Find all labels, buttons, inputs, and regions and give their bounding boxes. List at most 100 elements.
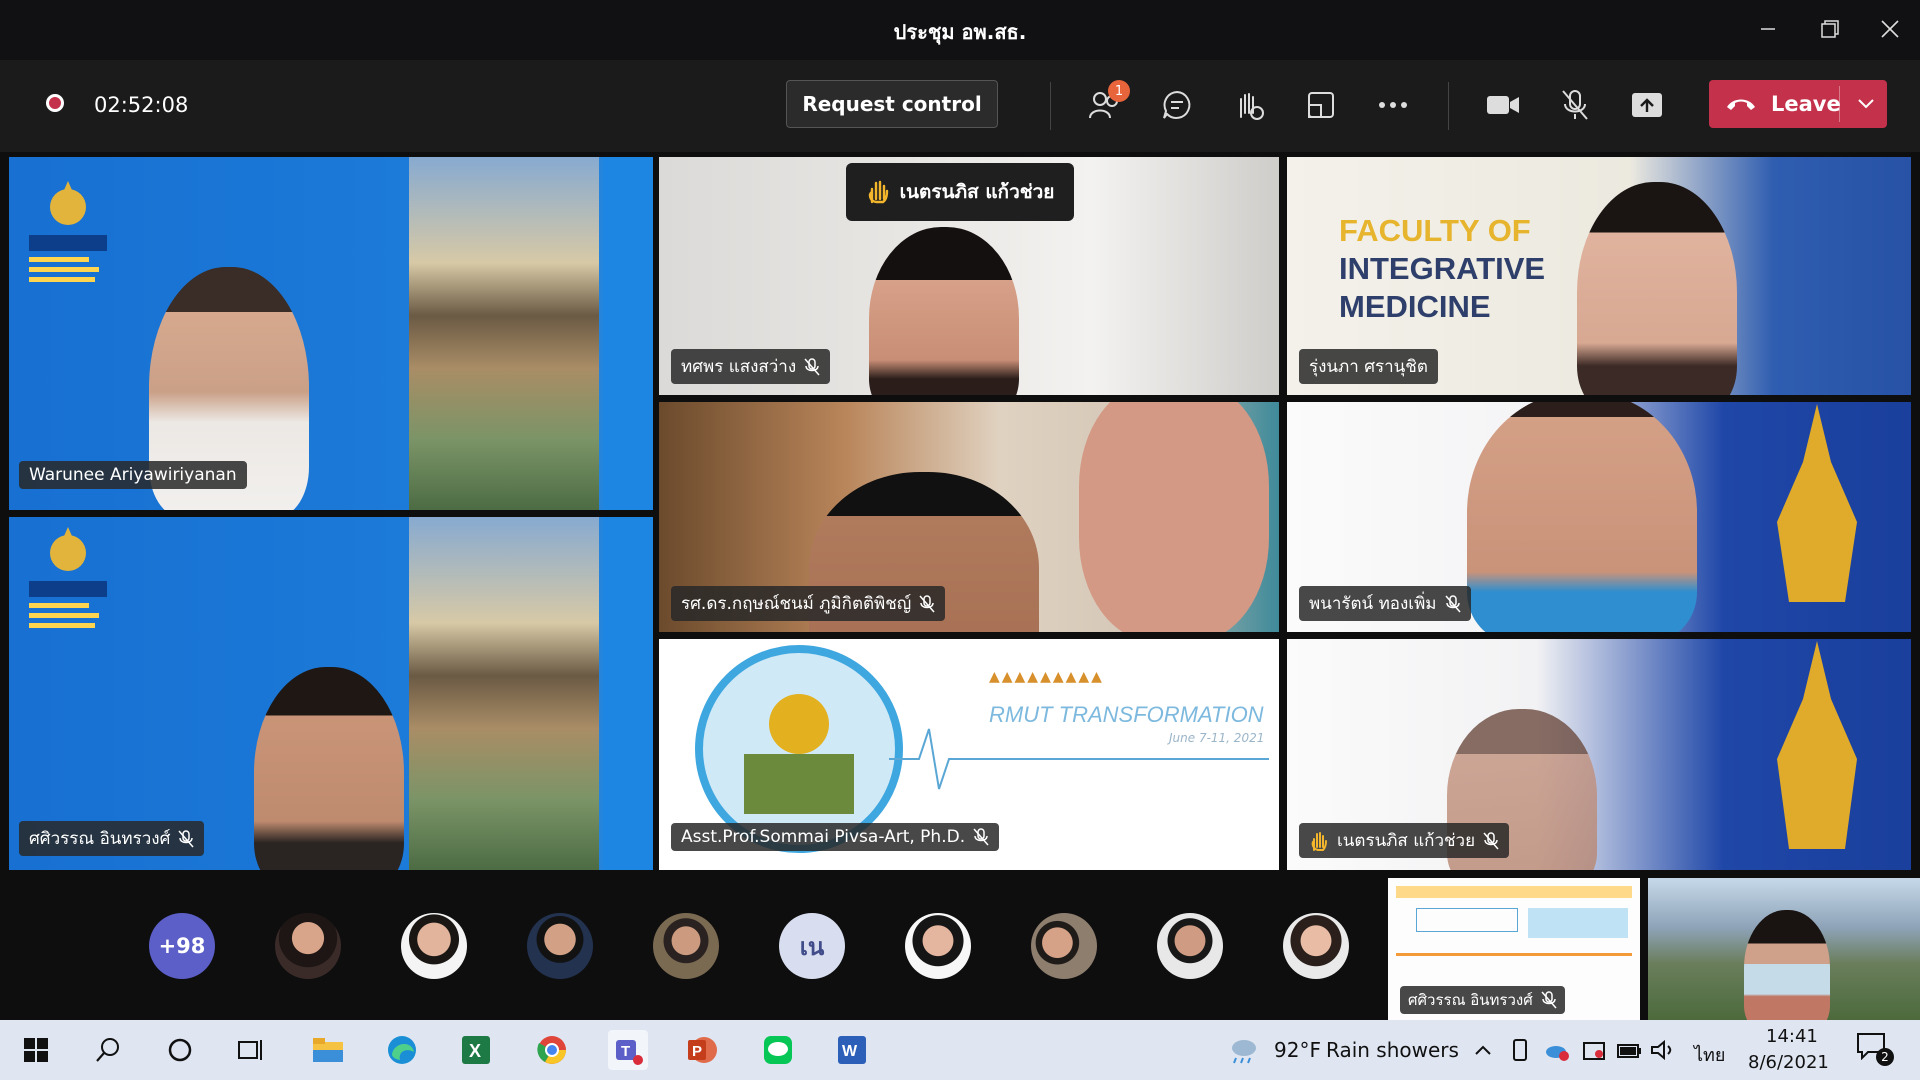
meeting-timer: 02:52:08 xyxy=(94,93,189,117)
camera-button[interactable] xyxy=(1482,84,1524,126)
decoration-row: ▲▲▲▲▲▲▲▲▲ xyxy=(989,669,1104,685)
mic-button[interactable] xyxy=(1554,84,1596,126)
rmut-transformation-title: RMUT TRANSFORMATION xyxy=(989,702,1264,727)
faculty-line: MEDICINE xyxy=(1339,289,1491,324)
campus-photo xyxy=(409,157,599,510)
title-bar: ประชุม อพ.สธ. xyxy=(0,0,1920,60)
participant-video xyxy=(1467,402,1697,632)
leave-button[interactable]: Leave xyxy=(1709,80,1887,128)
toolbar-divider xyxy=(1448,82,1449,130)
participants-button[interactable]: 1 xyxy=(1084,80,1130,126)
svg-text:T: T xyxy=(621,1043,630,1060)
volume-icon[interactable] xyxy=(1650,1039,1676,1061)
faculty-line: FACULTY OF xyxy=(1339,213,1531,248)
participant-video xyxy=(254,667,404,870)
participant-name: Warunee Ariyawiriyanan xyxy=(29,465,237,485)
reactions-button[interactable] xyxy=(1228,84,1270,126)
onedrive-icon[interactable] xyxy=(1544,1040,1570,1062)
avatar[interactable] xyxy=(527,913,593,979)
weather-temperature: 92°F xyxy=(1274,1038,1321,1062)
participant-name: เนตรนภิส แก้วช่วย xyxy=(1337,831,1476,851)
notifications-button[interactable]: 2 xyxy=(1856,1032,1896,1072)
video-tile[interactable]: รศ.ดร.กฤษณ์ชนม์ ภูมิกิตติพิชญ์ xyxy=(659,402,1279,632)
participant-name: รศ.ดร.กฤษณ์ชนม์ ภูมิกิตติพิชญ์ xyxy=(681,594,912,614)
clock-date[interactable]: 8/6/2021 xyxy=(1748,1052,1829,1073)
participant-name-tag: รุ่งนภา ศรานุชิต xyxy=(1299,349,1438,384)
breakout-rooms-icon xyxy=(1308,92,1334,118)
rmutt-logo-icon xyxy=(29,527,107,628)
raised-hand-name: เนตรนภิส แก้วช่วย xyxy=(899,181,1055,203)
rooms-button[interactable] xyxy=(1300,84,1342,126)
rmutt-logo-icon xyxy=(29,181,107,282)
shared-screen-thumbnail[interactable]: ศศิวรรณ อินทรวงศ์ xyxy=(1388,878,1640,1020)
video-tile[interactable]: ศศิวรรณ อินทรวงศ์ xyxy=(9,517,653,870)
chat-icon xyxy=(1163,90,1191,119)
raised-hand-icon xyxy=(868,180,888,204)
avatar[interactable] xyxy=(1283,913,1349,979)
hang-up-icon xyxy=(1727,99,1755,110)
chevron-down-icon[interactable] xyxy=(1857,98,1875,110)
battery-icon[interactable] xyxy=(1616,1042,1642,1060)
participant-name-tag: ศศิวรรณ อินทรวงศ์ xyxy=(1400,986,1565,1014)
golden-monument-icon xyxy=(1777,641,1857,849)
phone-link-icon[interactable] xyxy=(1510,1038,1530,1062)
recording-icon xyxy=(46,94,64,112)
file-explorer-icon[interactable] xyxy=(308,1030,348,1070)
participant-name-tag: ศศิวรรณ อินทรวงศ์ xyxy=(19,821,205,856)
video-tile[interactable]: Warunee Ariyawiriyanan xyxy=(9,157,653,510)
powerpoint-icon[interactable]: P xyxy=(682,1030,722,1070)
slide-box xyxy=(1416,908,1518,932)
clock-time[interactable]: 14:41 xyxy=(1766,1026,1818,1047)
participant-name-tag: Asst.Prof.Sommai Pivsa-Art, Ph.D. xyxy=(671,823,1000,851)
self-video xyxy=(1744,910,1830,1020)
share-button[interactable] xyxy=(1626,84,1668,126)
video-tile[interactable]: FACULTY OF INTEGRATIVE MEDICINE รุ่งนภา … xyxy=(1287,157,1911,395)
chat-button[interactable] xyxy=(1156,84,1198,126)
chevron-up-icon[interactable] xyxy=(1474,1044,1492,1056)
notification-count: 2 xyxy=(1876,1048,1894,1066)
restore-icon[interactable] xyxy=(1806,10,1854,48)
mic-off-icon xyxy=(973,828,989,846)
weather-description[interactable]: Rain showers xyxy=(1326,1038,1459,1062)
more-actions-button[interactable] xyxy=(1372,84,1414,126)
minimize-icon[interactable] xyxy=(1744,10,1792,48)
participant-name-tag: พนารัตน์ ทองเพิ่ม xyxy=(1299,586,1471,621)
faculty-banner: FACULTY OF INTEGRATIVE MEDICINE xyxy=(1339,212,1545,326)
slide-timeline xyxy=(1396,953,1632,956)
avatar[interactable]: เน xyxy=(779,913,845,979)
search-icon[interactable] xyxy=(88,1030,128,1070)
start-icon[interactable] xyxy=(16,1030,56,1070)
request-control-button[interactable]: Request control xyxy=(786,80,998,128)
video-tile[interactable]: พนารัตน์ ทองเพิ่ม xyxy=(1287,402,1911,632)
close-icon[interactable] xyxy=(1866,10,1914,48)
security-icon[interactable] xyxy=(1582,1039,1606,1061)
svg-text:W: W xyxy=(842,1043,858,1060)
excel-icon[interactable]: X xyxy=(456,1030,496,1070)
avatar[interactable] xyxy=(1157,913,1223,979)
leave-divider xyxy=(1839,86,1840,122)
participant-name: รุ่งนภา ศรานุชิต xyxy=(1309,357,1428,377)
avatar[interactable] xyxy=(905,913,971,979)
video-tile[interactable]: ▲▲▲▲▲▲▲▲▲ RMUT TRANSFORMATION June 7-11,… xyxy=(659,639,1279,870)
task-view-icon[interactable] xyxy=(232,1030,272,1070)
edge-icon[interactable] xyxy=(382,1030,422,1070)
avatar[interactable] xyxy=(401,913,467,979)
mic-off-icon xyxy=(1541,991,1557,1009)
participant-name: พนารัตน์ ทองเพิ่ม xyxy=(1309,594,1437,614)
participant-name-tag: เนตรนภิส แก้วช่วย xyxy=(1299,823,1510,858)
more-participants-button[interactable]: +98 xyxy=(149,913,215,979)
meeting-toolbar: 02:52:08 Request control 1 Leave xyxy=(0,60,1920,152)
avatar[interactable] xyxy=(1031,913,1097,979)
self-view-video[interactable] xyxy=(1648,878,1920,1020)
avatar[interactable] xyxy=(653,913,719,979)
word-icon[interactable]: W xyxy=(832,1030,872,1070)
chrome-icon[interactable] xyxy=(532,1030,572,1070)
participant-name-tag: ทศพร แสงสว่าง xyxy=(671,349,831,384)
teams-icon[interactable]: T xyxy=(608,1030,648,1070)
participants-badge: 1 xyxy=(1108,80,1130,102)
line-icon[interactable] xyxy=(758,1030,798,1070)
cortana-icon[interactable] xyxy=(160,1030,200,1070)
input-language[interactable]: ไทย xyxy=(1694,1040,1725,1069)
video-tile[interactable]: เนตรนภิส แก้วช่วย xyxy=(1287,639,1911,870)
avatar[interactable] xyxy=(275,913,341,979)
